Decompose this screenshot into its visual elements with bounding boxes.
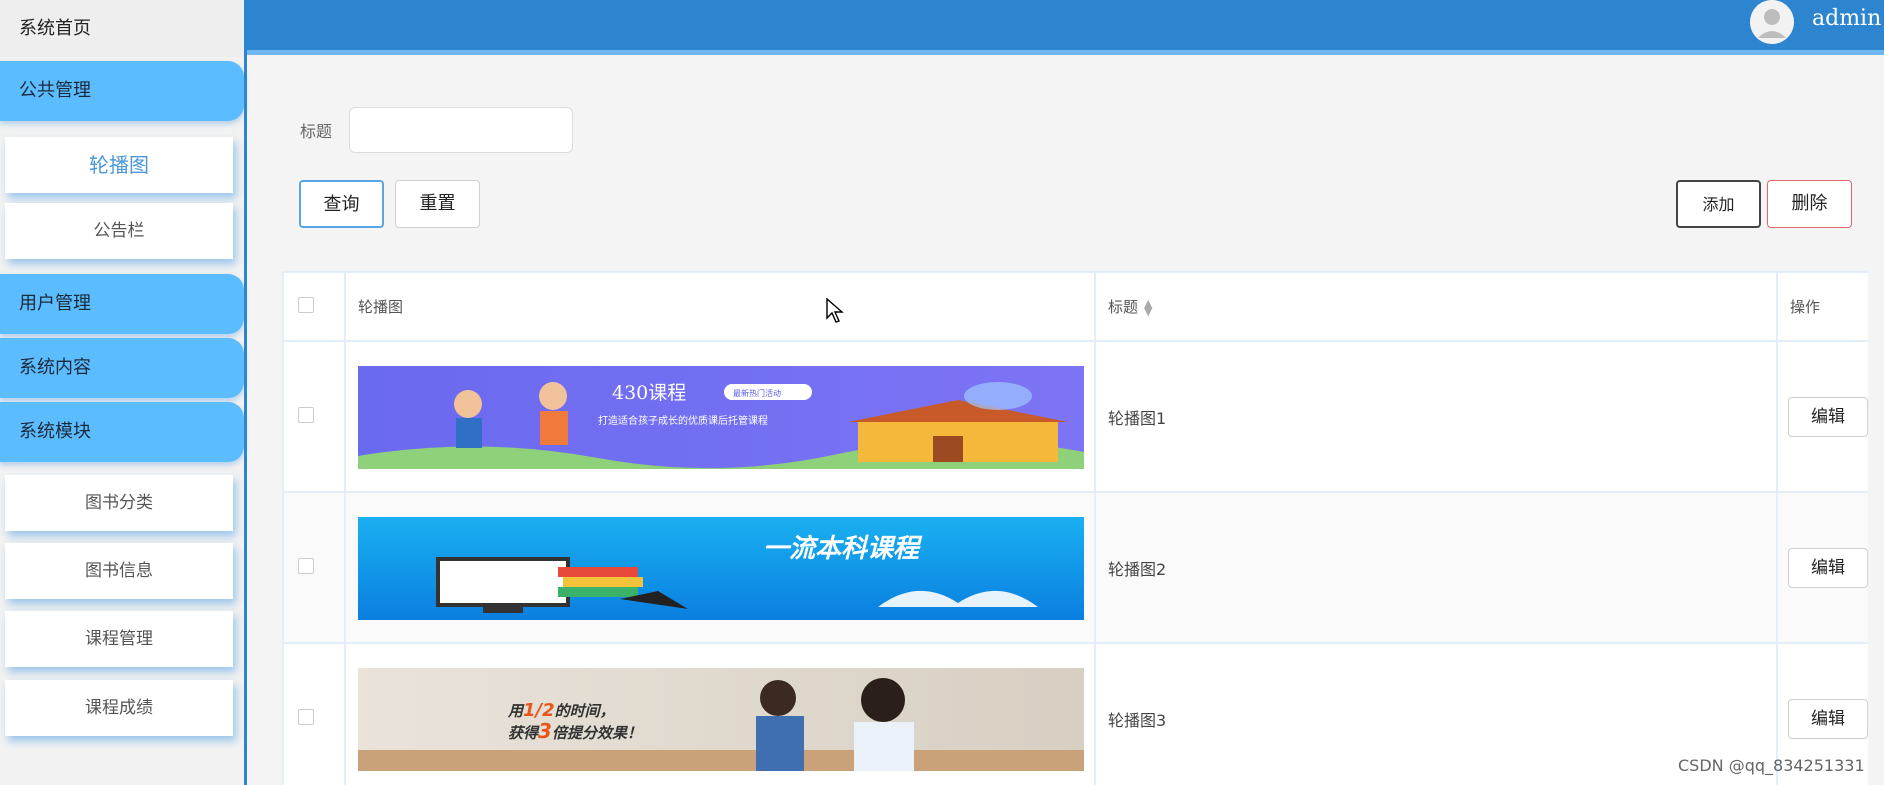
row-checkbox[interactable] [298,708,314,725]
banner-image-2: 一流本科课程 [358,517,1084,620]
username[interactable]: admin [1812,6,1881,31]
banner-1-badge: 最新热门活动 [733,388,781,398]
sidebar-item-course-score[interactable]: 课程成绩 [5,680,233,736]
table-row: 用1/2的时间， 获得3倍提分效果！ 轮播图3 编辑 [282,642,1868,785]
sidebar: 系统首页 公共管理 轮播图 公告栏 用户管理 系统内容 系统模块 图书分类 图书… [0,0,247,785]
sort-icon[interactable]: ▲ ▼ [1144,298,1152,317]
banner-image-1: 430课程 最新热门活动 打造适合孩子成长的优质课后托管课程 [358,366,1084,469]
query-button[interactable]: 查询 [299,180,384,228]
delete-button[interactable]: 删除 [1767,180,1852,228]
banner-1-headline: 430课程 [612,382,686,404]
reset-button[interactable]: 重置 [395,180,480,228]
sidebar-group-users[interactable]: 用户管理 [0,274,244,334]
carousel-table: 轮播图 标题 ▲ ▼ 操作 430课程 最新热门活动 打造适合孩子成长的优质课后… [282,271,1868,785]
user-icon [1750,0,1794,44]
top-header [247,0,1884,55]
edit-button[interactable]: 编辑 [1788,698,1868,739]
table-row: 一流本科课程 轮播图2 编辑 [282,491,1868,644]
sidebar-group-public[interactable]: 公共管理 [0,61,244,121]
header-actions: 操作 [1776,271,1868,342]
table-row: 430课程 最新热门活动 打造适合孩子成长的优质课后托管课程 轮播图1 编辑 [282,340,1868,493]
row-checkbox[interactable] [298,406,314,423]
search-title-input[interactable] [349,107,573,153]
header-image: 轮播图 [344,271,1096,342]
row-title: 轮播图2 [1094,491,1778,644]
edit-button[interactable]: 编辑 [1788,396,1868,437]
mouse-cursor-icon [826,298,844,323]
sidebar-item-course-manage[interactable]: 课程管理 [5,611,233,667]
row-title: 轮播图3 [1094,642,1778,785]
row-checkbox[interactable] [298,557,314,574]
header-title[interactable]: 标题 ▲ ▼ [1094,271,1778,342]
sidebar-item-notice[interactable]: 公告栏 [5,203,233,259]
banner-1-sub: 打造适合孩子成长的优质课后托管课程 [598,414,768,427]
sidebar-home[interactable]: 系统首页 [0,0,244,57]
banner-image-3: 用1/2的时间， 获得3倍提分效果！ [358,668,1084,771]
sidebar-item-book-info[interactable]: 图书信息 [5,543,233,599]
search-title-label: 标题 [300,122,333,141]
select-all-checkbox[interactable] [298,296,314,313]
edit-button[interactable]: 编辑 [1788,547,1868,588]
avatar[interactable] [1750,0,1794,44]
sidebar-group-content[interactable]: 系统内容 [0,338,244,398]
banner-2-headline: 一流本科课程 [763,534,923,564]
add-button[interactable]: 添加 [1676,180,1761,228]
banner-3-line1: 用1/2的时间， [507,700,615,721]
row-title: 轮播图1 [1094,340,1778,493]
sidebar-group-modules[interactable]: 系统模块 [0,402,244,462]
sidebar-item-book-category[interactable]: 图书分类 [5,475,233,531]
select-all-cell[interactable] [282,271,346,342]
sidebar-item-carousel[interactable]: 轮播图 [5,137,233,193]
table-header-row: 轮播图 标题 ▲ ▼ 操作 [282,271,1868,342]
header-title-label: 标题 [1108,298,1139,316]
watermark: CSDN @qq_834251331 [1678,756,1865,775]
